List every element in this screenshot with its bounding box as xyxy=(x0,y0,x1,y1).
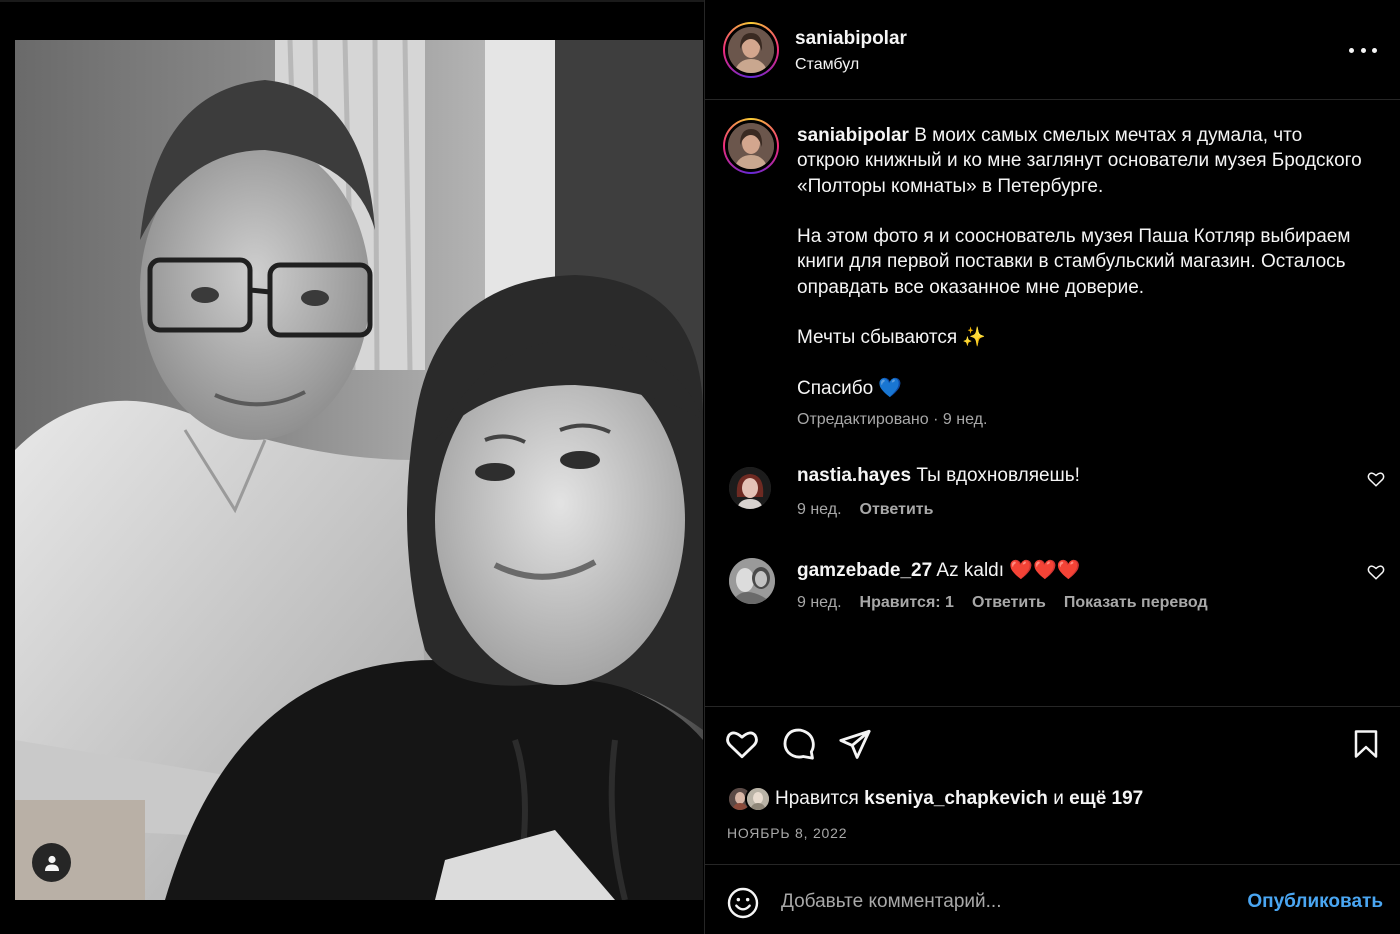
commenter-avatar-photo xyxy=(729,558,775,604)
caption-avatar-image xyxy=(725,120,777,172)
heart-icon[interactable] xyxy=(725,727,759,761)
post-actions: Нравится kseniya_chapkevich и ещё 197 НО… xyxy=(705,706,1400,864)
comment-username[interactable]: nastia.hayes xyxy=(797,465,911,486)
edited-label: Отредактировано xyxy=(797,411,929,428)
dot xyxy=(1372,47,1377,53)
comment-meta: 9 нед. Нравится: 1 Ответить Показать пер… xyxy=(797,594,1208,612)
more-options-icon[interactable] xyxy=(1349,38,1377,62)
comment-body: Az kaldı ❤️❤️❤️ xyxy=(936,560,1081,581)
liker-avatar-photo xyxy=(747,788,769,810)
likes-text: Нравится kseniya_chapkevich и ещё 197 xyxy=(775,788,1143,810)
user-tag-button[interactable] xyxy=(32,843,71,882)
user-tag-icon xyxy=(44,855,59,871)
photo-illustration xyxy=(15,40,703,900)
likes-middle: и xyxy=(1053,788,1064,809)
show-translation-button[interactable]: Показать перевод xyxy=(1064,594,1208,612)
liker-avatar[interactable] xyxy=(745,786,771,812)
caption-paragraph: На этом фото я и сооснователь музея Паша… xyxy=(797,226,1351,298)
commenter-avatar[interactable] xyxy=(729,558,775,604)
comment-heart-icon[interactable] xyxy=(1367,470,1385,488)
comment-body: Ты вдохновляешь! xyxy=(916,465,1080,486)
author-username[interactable]: saniabipolar xyxy=(795,28,907,50)
post-header: saniabipolar Стамбул xyxy=(705,0,1400,100)
author-avatar-photo xyxy=(728,27,774,73)
caption-avatar-photo xyxy=(728,123,774,169)
top-strip xyxy=(0,0,704,2)
comment-likes-button[interactable]: Нравится: 1 xyxy=(860,594,954,612)
comment-text: gamzebade_27 Az kaldı ❤️❤️❤️ xyxy=(797,558,1080,582)
comment-username[interactable]: gamzebade_27 xyxy=(797,560,932,581)
share-icon[interactable] xyxy=(838,727,872,761)
comment-time[interactable]: 9 нед. xyxy=(797,501,842,519)
comment-time[interactable]: 9 нед. xyxy=(797,594,842,612)
likes-prefix: Нравится xyxy=(775,788,859,809)
publish-button[interactable]: Опубликовать xyxy=(1247,891,1383,913)
caption-author-avatar[interactable] xyxy=(723,118,779,174)
comment-heart-icon[interactable] xyxy=(1367,563,1385,581)
post-photo[interactable] xyxy=(15,40,703,900)
reply-button[interactable]: Ответить xyxy=(972,594,1046,612)
emoji-icon[interactable] xyxy=(727,887,759,919)
add-comment-bar: Опубликовать xyxy=(705,864,1400,934)
comment-input[interactable] xyxy=(781,883,1221,921)
post-location[interactable]: Стамбул xyxy=(795,56,859,74)
dot xyxy=(1349,47,1354,53)
post-details-panel: saniabipolar Стамбул saniabipolar В моих… xyxy=(704,0,1400,934)
caption-username[interactable]: saniabipolar xyxy=(797,125,909,146)
other-likes-link[interactable]: ещё 197 xyxy=(1069,788,1143,809)
caption-gap xyxy=(797,199,1367,224)
post-date[interactable]: НОЯБРЬ 8, 2022 xyxy=(727,825,847,841)
reply-button[interactable]: Ответить xyxy=(860,501,934,519)
caption-gap xyxy=(797,300,1367,325)
caption-gap xyxy=(797,351,1367,376)
meta-separator: · xyxy=(933,411,939,428)
likes-summary: Нравится kseniya_chapkevich и ещё 197 xyxy=(727,784,1143,814)
author-avatar[interactable] xyxy=(723,22,779,78)
commenter-avatar[interactable] xyxy=(729,467,771,509)
caption-text: saniabipolar В моих самых смелых мечтах … xyxy=(797,123,1367,401)
caption-paragraph: Мечты сбываются ✨ xyxy=(797,327,987,349)
bookmark-icon[interactable] xyxy=(1351,727,1381,761)
comment-icon[interactable] xyxy=(782,727,816,761)
media-pane xyxy=(0,0,704,934)
dot xyxy=(1360,47,1366,53)
liker-username[interactable]: kseniya_chapkevich xyxy=(864,788,1048,809)
author-avatar-image xyxy=(725,24,777,76)
caption-time[interactable]: 9 нед. xyxy=(943,411,988,428)
comment-text: nastia.hayes Ты вдохновляешь! xyxy=(797,465,1080,487)
caption-paragraph: saniabipolar В моих самых смелых мечтах … xyxy=(797,123,1367,199)
caption-meta: Отредактировано · 9 нед. xyxy=(797,411,987,429)
commenter-avatar-photo xyxy=(729,467,771,509)
comment-meta: 9 нед. Ответить xyxy=(797,501,933,519)
caption-paragraph: Спасибо 💙 xyxy=(797,377,903,399)
